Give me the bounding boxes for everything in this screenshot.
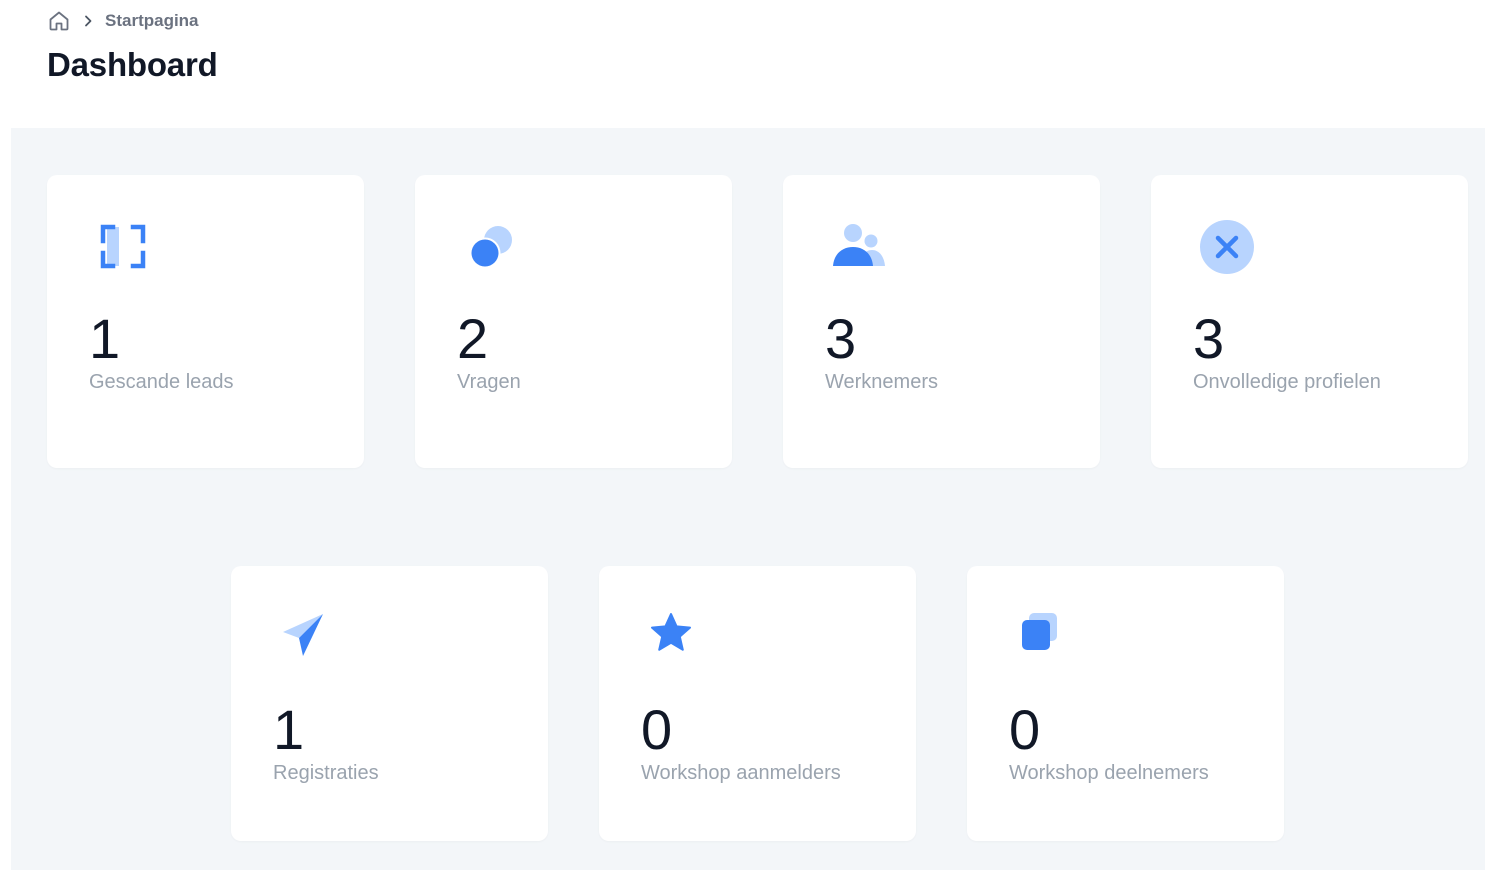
stat-label: Werknemers xyxy=(825,371,938,393)
stat-label: Onvolledige profielen xyxy=(1193,371,1381,393)
stat-value: 1 xyxy=(273,698,305,761)
stat-card-werknemers[interactable]: 3 Werknemers xyxy=(783,175,1100,468)
chevron-right-icon xyxy=(85,15,92,27)
stat-value: 1 xyxy=(89,307,121,370)
questions-icon xyxy=(463,219,519,275)
stat-label: Vragen xyxy=(457,371,521,393)
stat-card-registraties[interactable]: 1 Registraties xyxy=(231,566,548,841)
star-icon xyxy=(647,610,703,666)
stat-card-workshop-deelnemers[interactable]: 0 Workshop deelnemers xyxy=(967,566,1284,841)
users-icon xyxy=(831,219,887,275)
scan-icon xyxy=(95,219,151,275)
stat-label: Workshop deelnemers xyxy=(1009,762,1209,784)
page-title: Dashboard xyxy=(47,46,218,83)
dashboard-content: 1 Gescande leads 2 Vragen 3 Werknemers 3… xyxy=(11,128,1485,870)
home-icon[interactable] xyxy=(47,9,71,33)
stat-label: Workshop aanmelders xyxy=(641,762,841,784)
breadcrumb-item-startpagina[interactable]: Startpagina xyxy=(105,11,199,31)
breadcrumb: Startpagina xyxy=(47,9,199,33)
stat-value: 0 xyxy=(1009,698,1041,761)
stat-value: 3 xyxy=(825,307,857,370)
stat-card-vragen[interactable]: 2 Vragen xyxy=(415,175,732,468)
page-header: Startpagina Dashboard xyxy=(0,0,1485,128)
stat-value: 2 xyxy=(457,307,489,370)
paper-plane-icon xyxy=(279,610,335,666)
stat-label: Registraties xyxy=(273,762,379,784)
stat-card-workshop-aanmelders[interactable]: 0 Workshop aanmelders xyxy=(599,566,916,841)
stat-card-onvolledige-profielen[interactable]: 3 Onvolledige profielen xyxy=(1151,175,1468,468)
stat-value: 3 xyxy=(1193,307,1225,370)
stat-label: Gescande leads xyxy=(89,371,234,393)
stat-value: 0 xyxy=(641,698,673,761)
stat-card-gescande-leads[interactable]: 1 Gescande leads xyxy=(47,175,364,468)
layers-icon xyxy=(1015,610,1071,666)
x-circle-icon xyxy=(1199,219,1255,275)
